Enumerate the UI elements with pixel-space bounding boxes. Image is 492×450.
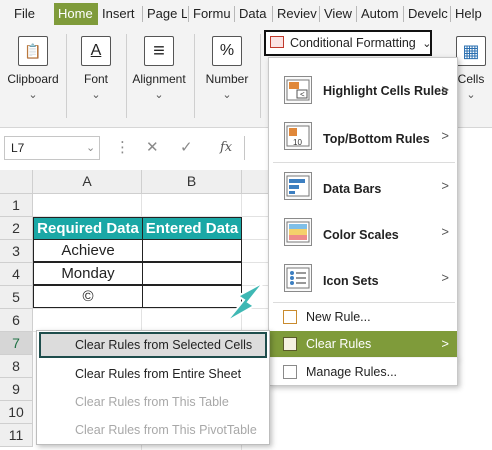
- highlight-cells-icon: <: [284, 76, 312, 104]
- percent-icon: %: [212, 36, 242, 66]
- row-header[interactable]: 10: [0, 401, 33, 424]
- row-header[interactable]: 11: [0, 424, 33, 447]
- menu-item-color-scales[interactable]: Color Scales >: [269, 210, 457, 256]
- cell-a4[interactable]: Monday: [33, 262, 143, 285]
- more-icon: ⋮: [115, 139, 130, 156]
- menu-item-label: Color Scales: [323, 228, 399, 242]
- chevron-right-icon: >: [441, 82, 449, 97]
- number-label: Number: [205, 72, 249, 86]
- number-group[interactable]: % Number ⌄: [196, 32, 258, 124]
- cell-a3[interactable]: Achieve: [33, 239, 143, 262]
- cell-b3[interactable]: [142, 239, 242, 262]
- menu-item-top-bottom-rules[interactable]: 10 Top/Bottom Rules >: [269, 114, 457, 160]
- column-header-b[interactable]: B: [142, 170, 242, 194]
- menu-item-label: New Rule...: [306, 310, 371, 324]
- cell-a5[interactable]: ©: [33, 285, 143, 308]
- chevron-down-icon: ⌄: [154, 89, 164, 101]
- menu-item-label: Manage Rules...: [306, 365, 398, 379]
- chevron-right-icon: >: [441, 224, 449, 239]
- alignment-icon: ≡: [144, 36, 174, 66]
- row-header[interactable]: 4: [0, 263, 33, 286]
- new-rule-icon: [283, 310, 297, 324]
- menu-item-label: Icon Sets: [323, 274, 379, 288]
- conditional-formatting-menu: < Highlight Cells Rules > 10 Top/Bottom …: [268, 57, 458, 359]
- row-header[interactable]: 2: [0, 217, 33, 240]
- clear-rules-selected-cells-item[interactable]: Clear Rules from Selected Cells: [39, 332, 267, 358]
- row-header[interactable]: 8: [0, 355, 33, 378]
- pointer-arrow-icon: [225, 281, 265, 323]
- menu-item-manage-rules[interactable]: Manage Rules...: [268, 358, 458, 386]
- tab-data[interactable]: Data: [235, 3, 271, 25]
- tab-home[interactable]: Home: [54, 3, 98, 25]
- row-header[interactable]: 1: [0, 194, 33, 217]
- chevron-right-icon: >: [441, 270, 449, 285]
- conditional-formatting-icon: [270, 36, 284, 48]
- alignment-group[interactable]: ≡ Alignment ⌄: [128, 32, 190, 124]
- clear-rules-pivottable-item: Clear Rules from This PivotTable: [75, 423, 257, 437]
- cell-b2[interactable]: Entered Data: [142, 217, 242, 240]
- menu-item-label: Highlight Cells Rules: [323, 84, 449, 98]
- tab-developer[interactable]: Develc: [404, 3, 450, 25]
- cell-a2[interactable]: Required Data: [33, 217, 143, 240]
- row-header[interactable]: 9: [0, 378, 33, 401]
- ribbon-tab-bar: File Home Insert Page L Formu Data Revie…: [0, 0, 492, 28]
- tab-view[interactable]: View: [320, 3, 356, 25]
- row-header[interactable]: 3: [0, 240, 33, 263]
- clear-rules-submenu: Clear Rules from Selected Cells Clear Ru…: [36, 330, 270, 445]
- clear-rules-entire-sheet-item[interactable]: Clear Rules from Entire Sheet: [39, 361, 267, 387]
- font-group[interactable]: A Font ⌄: [68, 32, 124, 124]
- name-box-value: L7: [11, 141, 25, 155]
- alignment-label: Alignment: [132, 72, 186, 86]
- menu-item-icon-sets[interactable]: Icon Sets >: [269, 256, 457, 302]
- conditional-formatting-label: Conditional Formatting: [290, 36, 416, 50]
- tab-review[interactable]: Reviev: [273, 3, 319, 25]
- chevron-right-icon: >: [441, 128, 449, 143]
- row-header-selected[interactable]: 7: [0, 332, 33, 355]
- font-icon: A: [81, 36, 111, 66]
- tab-page-layout[interactable]: Page L: [143, 3, 187, 25]
- chevron-right-icon: >: [441, 336, 449, 351]
- clear-rules-this-table-item: Clear Rules from This Table: [75, 395, 229, 409]
- chevron-down-icon: ⌄: [222, 89, 232, 101]
- row-header[interactable]: 6: [0, 309, 33, 332]
- menu-item-label: Top/Bottom Rules: [323, 132, 430, 146]
- data-bars-icon: [284, 172, 312, 200]
- row-header[interactable]: 5: [0, 286, 33, 309]
- tab-automate[interactable]: Autom: [357, 3, 403, 25]
- color-scales-icon: [284, 218, 312, 246]
- tab-formulas[interactable]: Formu: [189, 3, 233, 25]
- column-header-a[interactable]: A: [33, 170, 142, 194]
- cancel-icon[interactable]: ✕: [146, 137, 159, 159]
- chevron-right-icon: >: [441, 178, 449, 193]
- formula-input[interactable]: [244, 136, 268, 160]
- clipboard-group[interactable]: 📋 Clipboard ⌄: [2, 32, 64, 124]
- font-label: Font: [83, 72, 108, 86]
- clipboard-label: Clipboard: [7, 72, 59, 86]
- menu-item-clear-rules[interactable]: Clear Rules >: [269, 331, 457, 357]
- menu-item-highlight-cells-rules[interactable]: < Highlight Cells Rules >: [269, 68, 457, 114]
- tab-help[interactable]: Help: [451, 3, 491, 25]
- eraser-icon: [283, 337, 297, 351]
- chevron-down-icon[interactable]: ⌄: [86, 137, 95, 159]
- tab-file[interactable]: File: [10, 3, 42, 25]
- enter-icon[interactable]: ✓: [180, 137, 193, 159]
- menu-item-data-bars[interactable]: Data Bars >: [269, 164, 457, 210]
- chevron-down-icon: ⌄: [91, 89, 101, 101]
- select-all-corner[interactable]: [0, 170, 33, 194]
- menu-item-label: Clear Rules: [306, 337, 372, 351]
- top-bottom-icon: 10: [284, 122, 312, 150]
- cells-icon: ▦: [456, 36, 486, 66]
- svg-text:<: <: [300, 90, 305, 99]
- icon-sets-icon: [284, 264, 312, 292]
- clipboard-icon: 📋: [18, 36, 48, 66]
- chevron-down-icon: ⌄: [422, 38, 432, 50]
- top10-text: 10: [293, 138, 302, 147]
- menu-item-new-rule[interactable]: New Rule...: [269, 304, 457, 330]
- conditional-formatting-button[interactable]: Conditional Formatting ⌄: [264, 30, 432, 56]
- chevron-down-icon: ⌄: [28, 89, 38, 101]
- tab-insert[interactable]: Insert: [98, 3, 142, 25]
- menu-item-label: Data Bars: [323, 182, 382, 196]
- insert-function-icon[interactable]: fx: [220, 137, 232, 159]
- manage-rules-icon: [283, 365, 297, 379]
